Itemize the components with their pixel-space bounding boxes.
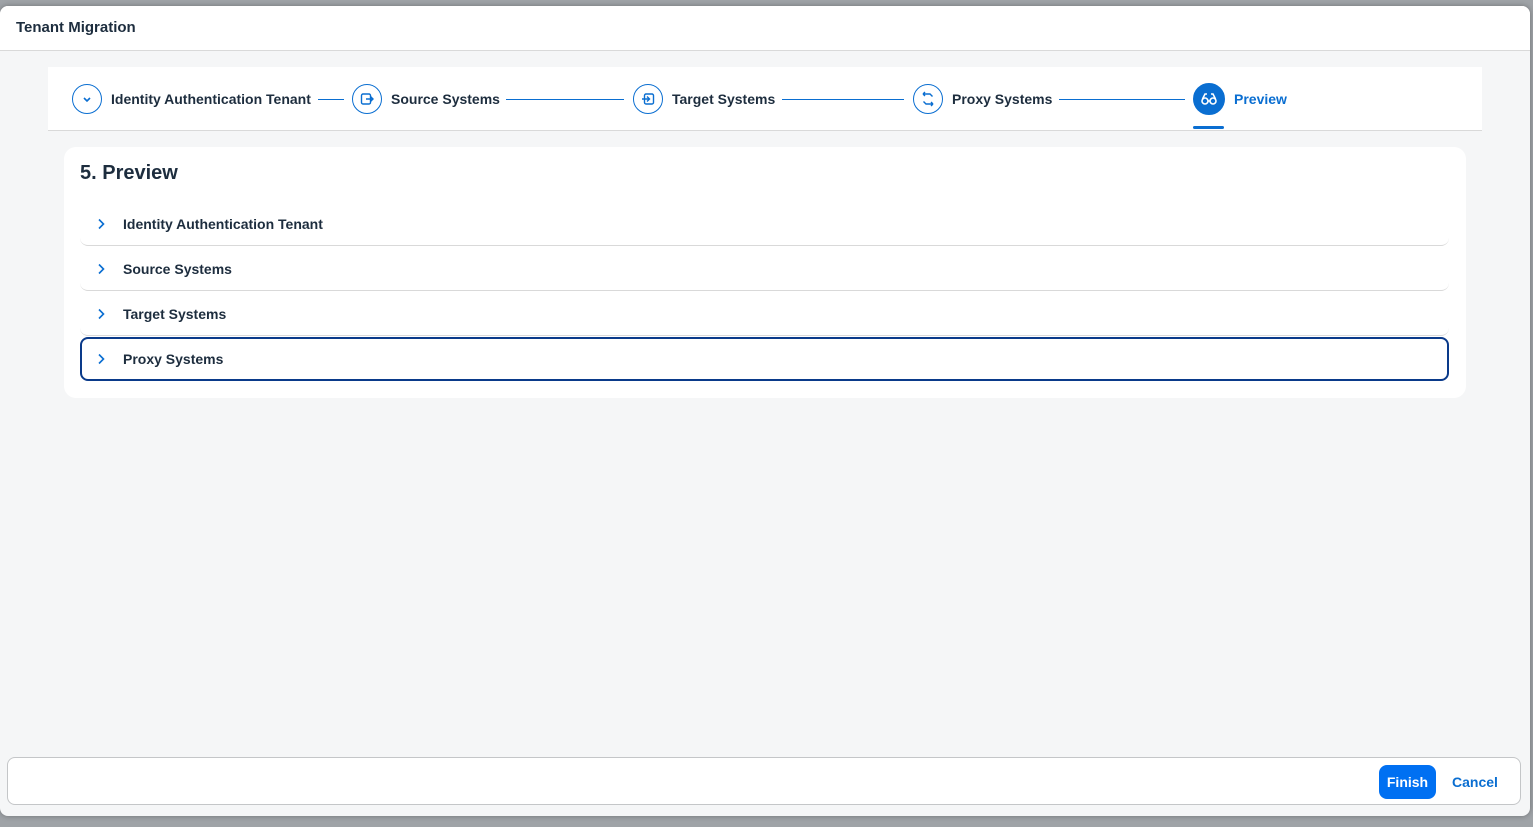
dialog-title: Tenant Migration: [16, 19, 136, 36]
panel-proxy-systems[interactable]: Proxy Systems: [80, 337, 1449, 381]
wizard-step-target-systems[interactable]: Target Systems: [633, 83, 775, 115]
chevron-right-icon: [94, 262, 108, 276]
chevron-right-icon: [94, 352, 108, 366]
step-connector: [782, 99, 904, 100]
wizard-step-identity-authentication-tenant[interactable]: Identity Authentication Tenant: [72, 83, 311, 115]
active-step-indicator: [1193, 126, 1224, 129]
finish-button[interactable]: Finish: [1379, 765, 1436, 799]
panel-identity-authentication-tenant[interactable]: Identity Authentication Tenant: [80, 202, 1449, 246]
step-connector: [506, 99, 624, 100]
wizard-step-label: Preview: [1234, 91, 1287, 107]
chevron-right-icon: [94, 307, 108, 321]
wizard-step-source-systems[interactable]: Source Systems: [352, 83, 500, 115]
wizard-progress-bar: Identity Authentication Tenant Source Sy…: [48, 67, 1482, 131]
dialog-footer: Finish Cancel: [7, 757, 1521, 805]
panel-label: Source Systems: [123, 260, 232, 277]
step-connector: [1059, 99, 1185, 100]
cancel-button[interactable]: Cancel: [1445, 765, 1505, 799]
wizard-step-proxy-systems[interactable]: Proxy Systems: [913, 83, 1052, 115]
wizard-step-label: Identity Authentication Tenant: [111, 91, 311, 107]
section-title: 5. Preview: [80, 162, 178, 184]
panel-label: Proxy Systems: [123, 351, 224, 367]
tenant-migration-dialog: Tenant Migration Identity Authentication…: [0, 6, 1530, 816]
wizard-step-label: Source Systems: [391, 91, 500, 107]
panel-source-systems[interactable]: Source Systems: [80, 247, 1449, 291]
dialog-header: Tenant Migration: [0, 6, 1530, 51]
chevron-right-icon: [94, 217, 108, 231]
export-icon: [352, 84, 382, 114]
glasses-icon: [1193, 83, 1225, 115]
step-connector: [318, 99, 344, 100]
panel-target-systems[interactable]: Target Systems: [80, 292, 1449, 336]
wizard-step-label: Target Systems: [672, 91, 776, 107]
panel-label: Target Systems: [123, 305, 227, 322]
preview-content-card: 5. Preview Identity Authentication Tenan…: [64, 147, 1466, 398]
wizard-step-label: Proxy Systems: [952, 91, 1053, 107]
panel-label: Identity Authentication Tenant: [123, 215, 323, 232]
import-icon: [633, 84, 663, 114]
wizard-step-preview[interactable]: Preview: [1193, 83, 1287, 115]
chevron-down-icon: [72, 84, 102, 114]
swap-arrows-icon: [913, 84, 943, 114]
